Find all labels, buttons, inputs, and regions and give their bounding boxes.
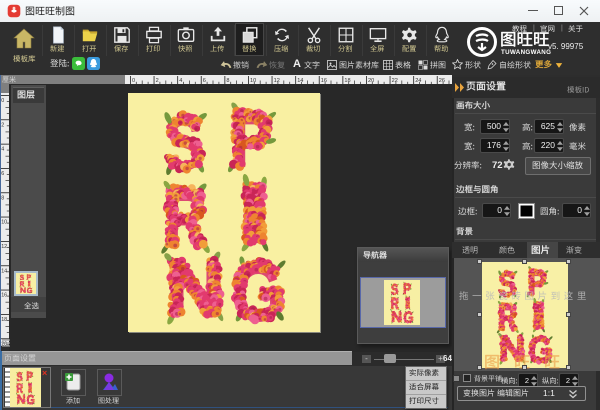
svg-text:8: 8: [1, 195, 4, 201]
svg-text:6: 6: [1, 171, 4, 177]
svg-text:4: 4: [1, 147, 4, 153]
svg-text:14: 14: [1, 268, 7, 274]
svg-text:16: 16: [1, 293, 7, 299]
svg-text:18: 18: [1, 317, 7, 323]
svg-text:12: 12: [1, 244, 7, 250]
svg-text:2: 2: [1, 122, 4, 128]
svg-text:0: 0: [1, 98, 4, 104]
svg-text:10: 10: [1, 220, 7, 226]
